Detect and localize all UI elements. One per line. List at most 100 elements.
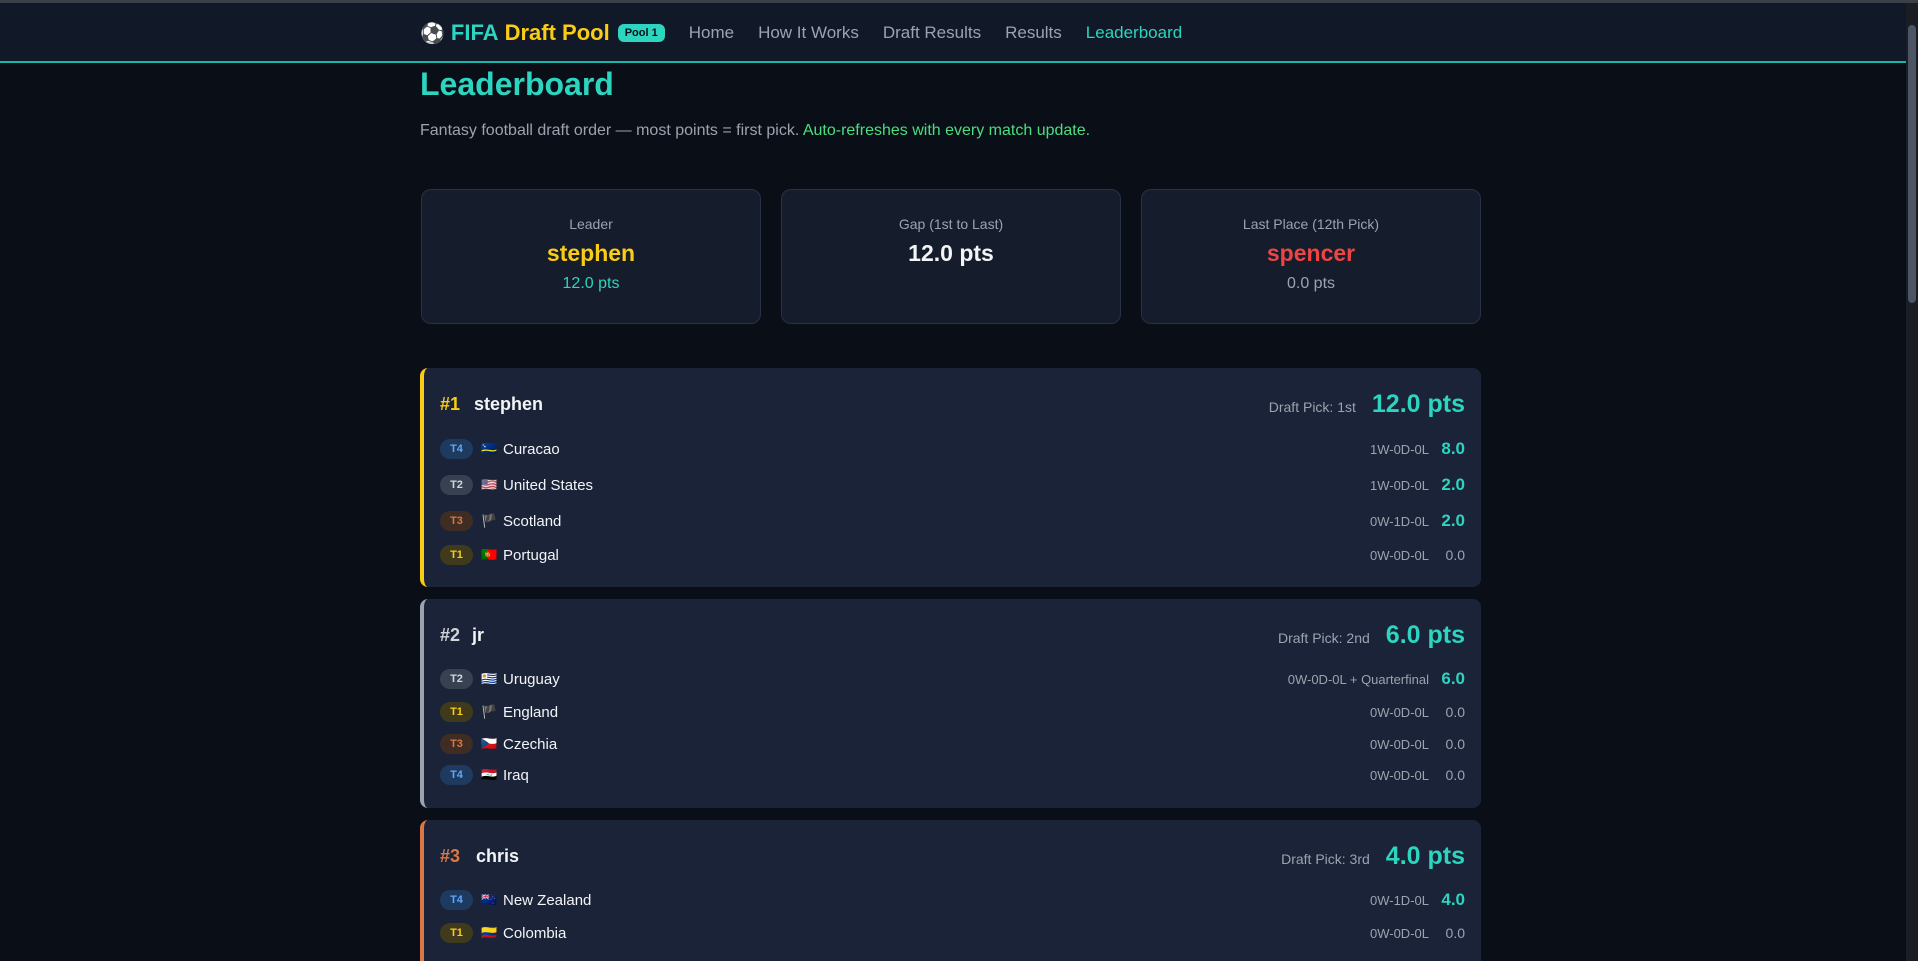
brand-logo[interactable]: ⚽ FIFA Draft Pool Pool 1 — [420, 20, 665, 46]
team-card-header: #1 stephen Draft Pick: 1st 12.0 pts — [424, 368, 1481, 438]
tier-badge: T4 — [440, 439, 473, 459]
team-rank: #1 — [440, 394, 461, 414]
stat-card-leader: Leader stephen 12.0 pts — [421, 189, 761, 324]
team-card: #2 jr Draft Pick: 2nd 6.0 pts T2 🇺🇾 Urug… — [420, 599, 1481, 808]
team-card-summary: Draft Pick: 1st 12.0 pts — [1269, 390, 1465, 419]
subtitle-text: Fantasy football draft order — most poin… — [420, 122, 800, 139]
country-name: Portugal — [503, 546, 559, 564]
brand-fifa: FIFA — [450, 20, 499, 45]
country-row: T1 🇨🇴 Colombia 0W-0D-0L 0.0 — [440, 921, 1465, 945]
country-name: Curacao — [503, 440, 560, 458]
country-stats: 0W-0D-0L 0.0 — [1370, 547, 1465, 563]
auto-refresh-note: Auto-refreshes with every match update. — [802, 122, 1091, 139]
team-card: #3 chris Draft Pick: 3rd 4.0 pts T4 🇳🇿 N… — [420, 820, 1481, 961]
country-record: 0W-0D-0L — [1369, 925, 1429, 941]
soccer-ball-icon: ⚽ — [420, 22, 445, 45]
country-stats: 0W-1D-0L 4.0 — [1370, 890, 1465, 910]
country-row: T4 🇮🇶 Iraq 0W-0D-0L 0.0 — [440, 763, 1465, 787]
country-name: Iraq — [503, 766, 529, 784]
country-row: T1 🏴 England 0W-0D-0L 0.0 — [440, 700, 1465, 724]
page-title: Leaderboard — [420, 66, 614, 102]
country-record: 1W-0D-0L — [1369, 441, 1429, 457]
nav-link-draft-results[interactable]: Draft Results — [883, 23, 981, 43]
country-row: T4 🇨🇼 Curacao 1W-0D-0L 8.0 — [440, 437, 1465, 461]
country-stats: 0W-1D-0L 2.0 — [1370, 511, 1465, 531]
flag-icon: 🇺🇾 — [481, 671, 498, 686]
country-record: 0W-0D-0L — [1369, 767, 1429, 783]
stat-value: stephen — [546, 240, 636, 266]
tier-badge: T3 — [440, 511, 473, 531]
draft-pick: Draft Pick: 2nd — [1277, 630, 1370, 646]
flag-icon: 🇨🇴 — [481, 925, 498, 940]
scrollbar-track[interactable] — [1906, 3, 1918, 961]
stat-label: Last Place (12th Pick) — [1242, 216, 1380, 232]
country-name: Czechia — [503, 735, 558, 753]
tier-badge: T3 — [440, 734, 473, 754]
country-points: 0.0 — [1445, 704, 1465, 720]
nav-link-results[interactable]: Results — [1005, 23, 1062, 43]
nav-link-how-it-works[interactable]: How It Works — [758, 23, 859, 43]
country-row: T2 🇺🇸 United States 1W-0D-0L 2.0 — [440, 473, 1465, 497]
country-name: Scotland — [503, 512, 562, 530]
country-row: T1 🇵🇹 Portugal 0W-0D-0L 0.0 — [440, 543, 1465, 567]
draft-pick: Draft Pick: 3rd — [1281, 851, 1370, 867]
tier-badge: T4 — [440, 890, 473, 910]
nav-link-leaderboard[interactable]: Leaderboard — [1086, 23, 1182, 43]
country-record: 0W-1D-0L — [1369, 892, 1429, 908]
country-row: T2 🇺🇾 Uruguay 0W-0D-0L + Quarterfinal 6.… — [440, 667, 1465, 691]
country-name: United States — [503, 476, 594, 494]
team-total-points: 6.0 pts — [1385, 621, 1465, 649]
country-name: Uruguay — [503, 670, 560, 688]
tier-badge: T2 — [440, 475, 473, 495]
country-name: New Zealand — [503, 891, 592, 909]
country-points: 8.0 — [1441, 439, 1465, 458]
country-points: 4.0 — [1441, 890, 1465, 909]
country-record: 0W-0D-0L — [1369, 547, 1429, 563]
flag-icon: 🇵🇹 — [481, 547, 498, 562]
nav-link-home[interactable]: Home — [689, 23, 734, 43]
country-row: T4 🇳🇿 New Zealand 0W-1D-0L 4.0 — [440, 888, 1465, 912]
country-stats: 0W-0D-0L 0.0 — [1370, 704, 1465, 720]
flag-icon: 🇳🇿 — [481, 892, 498, 907]
country-points: 0.0 — [1445, 736, 1465, 752]
team-card-header: #2 jr Draft Pick: 2nd 6.0 pts — [424, 599, 1481, 669]
flag-icon: 🏴 — [481, 513, 498, 528]
team-owner: stephen — [474, 394, 544, 414]
country-name: England — [503, 703, 559, 721]
stat-card-gap: Gap (1st to Last) 12.0 pts — [781, 189, 1121, 324]
team-total-points: 12.0 pts — [1371, 390, 1465, 418]
country-points: 2.0 — [1441, 511, 1465, 530]
country-stats: 0W-0D-0L + Quarterfinal 6.0 — [1288, 669, 1465, 689]
country-record: 0W-0D-0L + Quarterfinal — [1287, 671, 1429, 687]
team-owner: chris — [476, 846, 520, 866]
flag-icon: 🇨🇼 — [481, 441, 498, 456]
scrollbar-thumb[interactable] — [1908, 25, 1916, 303]
team-card-summary: Draft Pick: 2nd 6.0 pts — [1278, 621, 1465, 650]
tier-badge: T2 — [440, 669, 473, 689]
team-owner: jr — [472, 625, 485, 645]
country-stats: 1W-0D-0L 8.0 — [1370, 439, 1465, 459]
team-rank: #3 — [440, 846, 461, 866]
country-points: 2.0 — [1441, 475, 1465, 494]
tier-badge: T4 — [440, 765, 473, 785]
country-record: 0W-1D-0L — [1369, 513, 1429, 529]
country-stats: 0W-0D-0L 0.0 — [1370, 736, 1465, 752]
country-points: 0.0 — [1445, 547, 1465, 563]
country-row: T3 🇨🇿 Czechia 0W-0D-0L 0.0 — [440, 732, 1465, 756]
top-nav: ⚽ FIFA Draft Pool Pool 1 Home How It Wor… — [0, 3, 1906, 63]
team-total-points: 4.0 pts — [1385, 842, 1465, 870]
team-rank: #2 — [440, 625, 461, 645]
stat-label: Leader — [569, 216, 613, 232]
stat-card-last-place: Last Place (12th Pick) spencer 0.0 pts — [1141, 189, 1481, 324]
country-record: 0W-0D-0L — [1369, 736, 1429, 752]
pool-badge: Pool 1 — [617, 24, 665, 42]
page-subtitle: Fantasy football draft order — most poin… — [420, 122, 1090, 140]
stat-sub: 12.0 pts — [562, 275, 620, 292]
country-name: Colombia — [503, 924, 567, 942]
country-points: 0.0 — [1445, 925, 1465, 941]
country-row: T3 🏴 Scotland 0W-1D-0L 2.0 — [440, 509, 1465, 533]
nav-inner: ⚽ FIFA Draft Pool Pool 1 Home How It Wor… — [420, 3, 1206, 63]
stat-value: spencer — [1266, 240, 1356, 266]
country-points: 0.0 — [1445, 767, 1465, 783]
country-record: 1W-0D-0L — [1369, 477, 1429, 493]
